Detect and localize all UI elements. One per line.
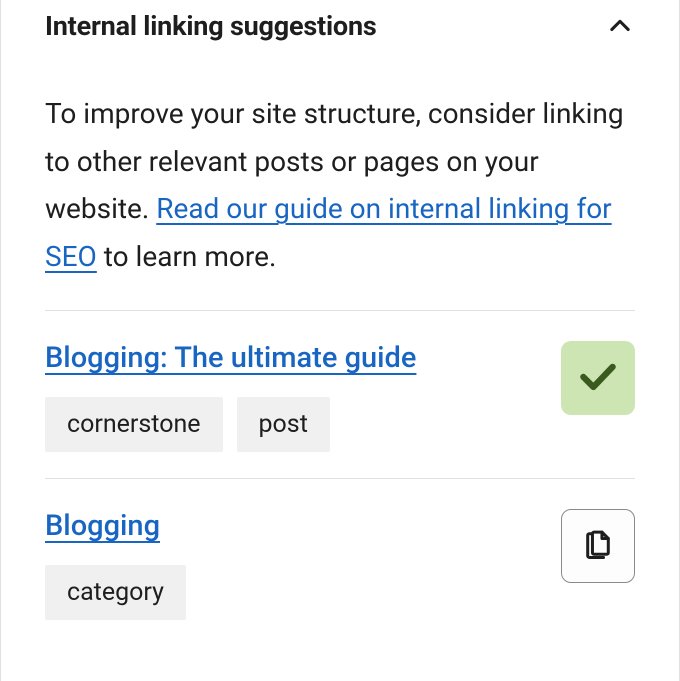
badge: post xyxy=(237,397,330,452)
intro-text: To improve your site structure, consider… xyxy=(45,70,635,310)
badge: cornerstone xyxy=(45,397,223,452)
check-icon xyxy=(576,354,620,402)
internal-linking-panel: Internal linking suggestions To improve … xyxy=(0,0,680,681)
intro-suffix: to learn more. xyxy=(97,240,277,273)
copy-icon xyxy=(579,525,617,567)
suggestion-badges: cornerstone post xyxy=(45,397,545,452)
linked-check-button[interactable] xyxy=(561,341,635,415)
chevron-up-icon[interactable] xyxy=(605,11,635,41)
panel-body: To improve your site structure, consider… xyxy=(1,70,679,670)
suggestion-item: Blogging: The ultimate guide cornerstone… xyxy=(45,311,635,478)
suggestion-item: Blogging category xyxy=(45,479,635,646)
suggestion-badges: category xyxy=(45,565,545,620)
panel-header[interactable]: Internal linking suggestions xyxy=(1,0,679,70)
copy-link-button[interactable] xyxy=(561,509,635,583)
suggestion-link[interactable]: Blogging: The ultimate guide xyxy=(45,341,416,375)
panel-title: Internal linking suggestions xyxy=(45,10,377,42)
badge: category xyxy=(45,565,186,620)
suggestion-link[interactable]: Blogging xyxy=(45,509,160,543)
